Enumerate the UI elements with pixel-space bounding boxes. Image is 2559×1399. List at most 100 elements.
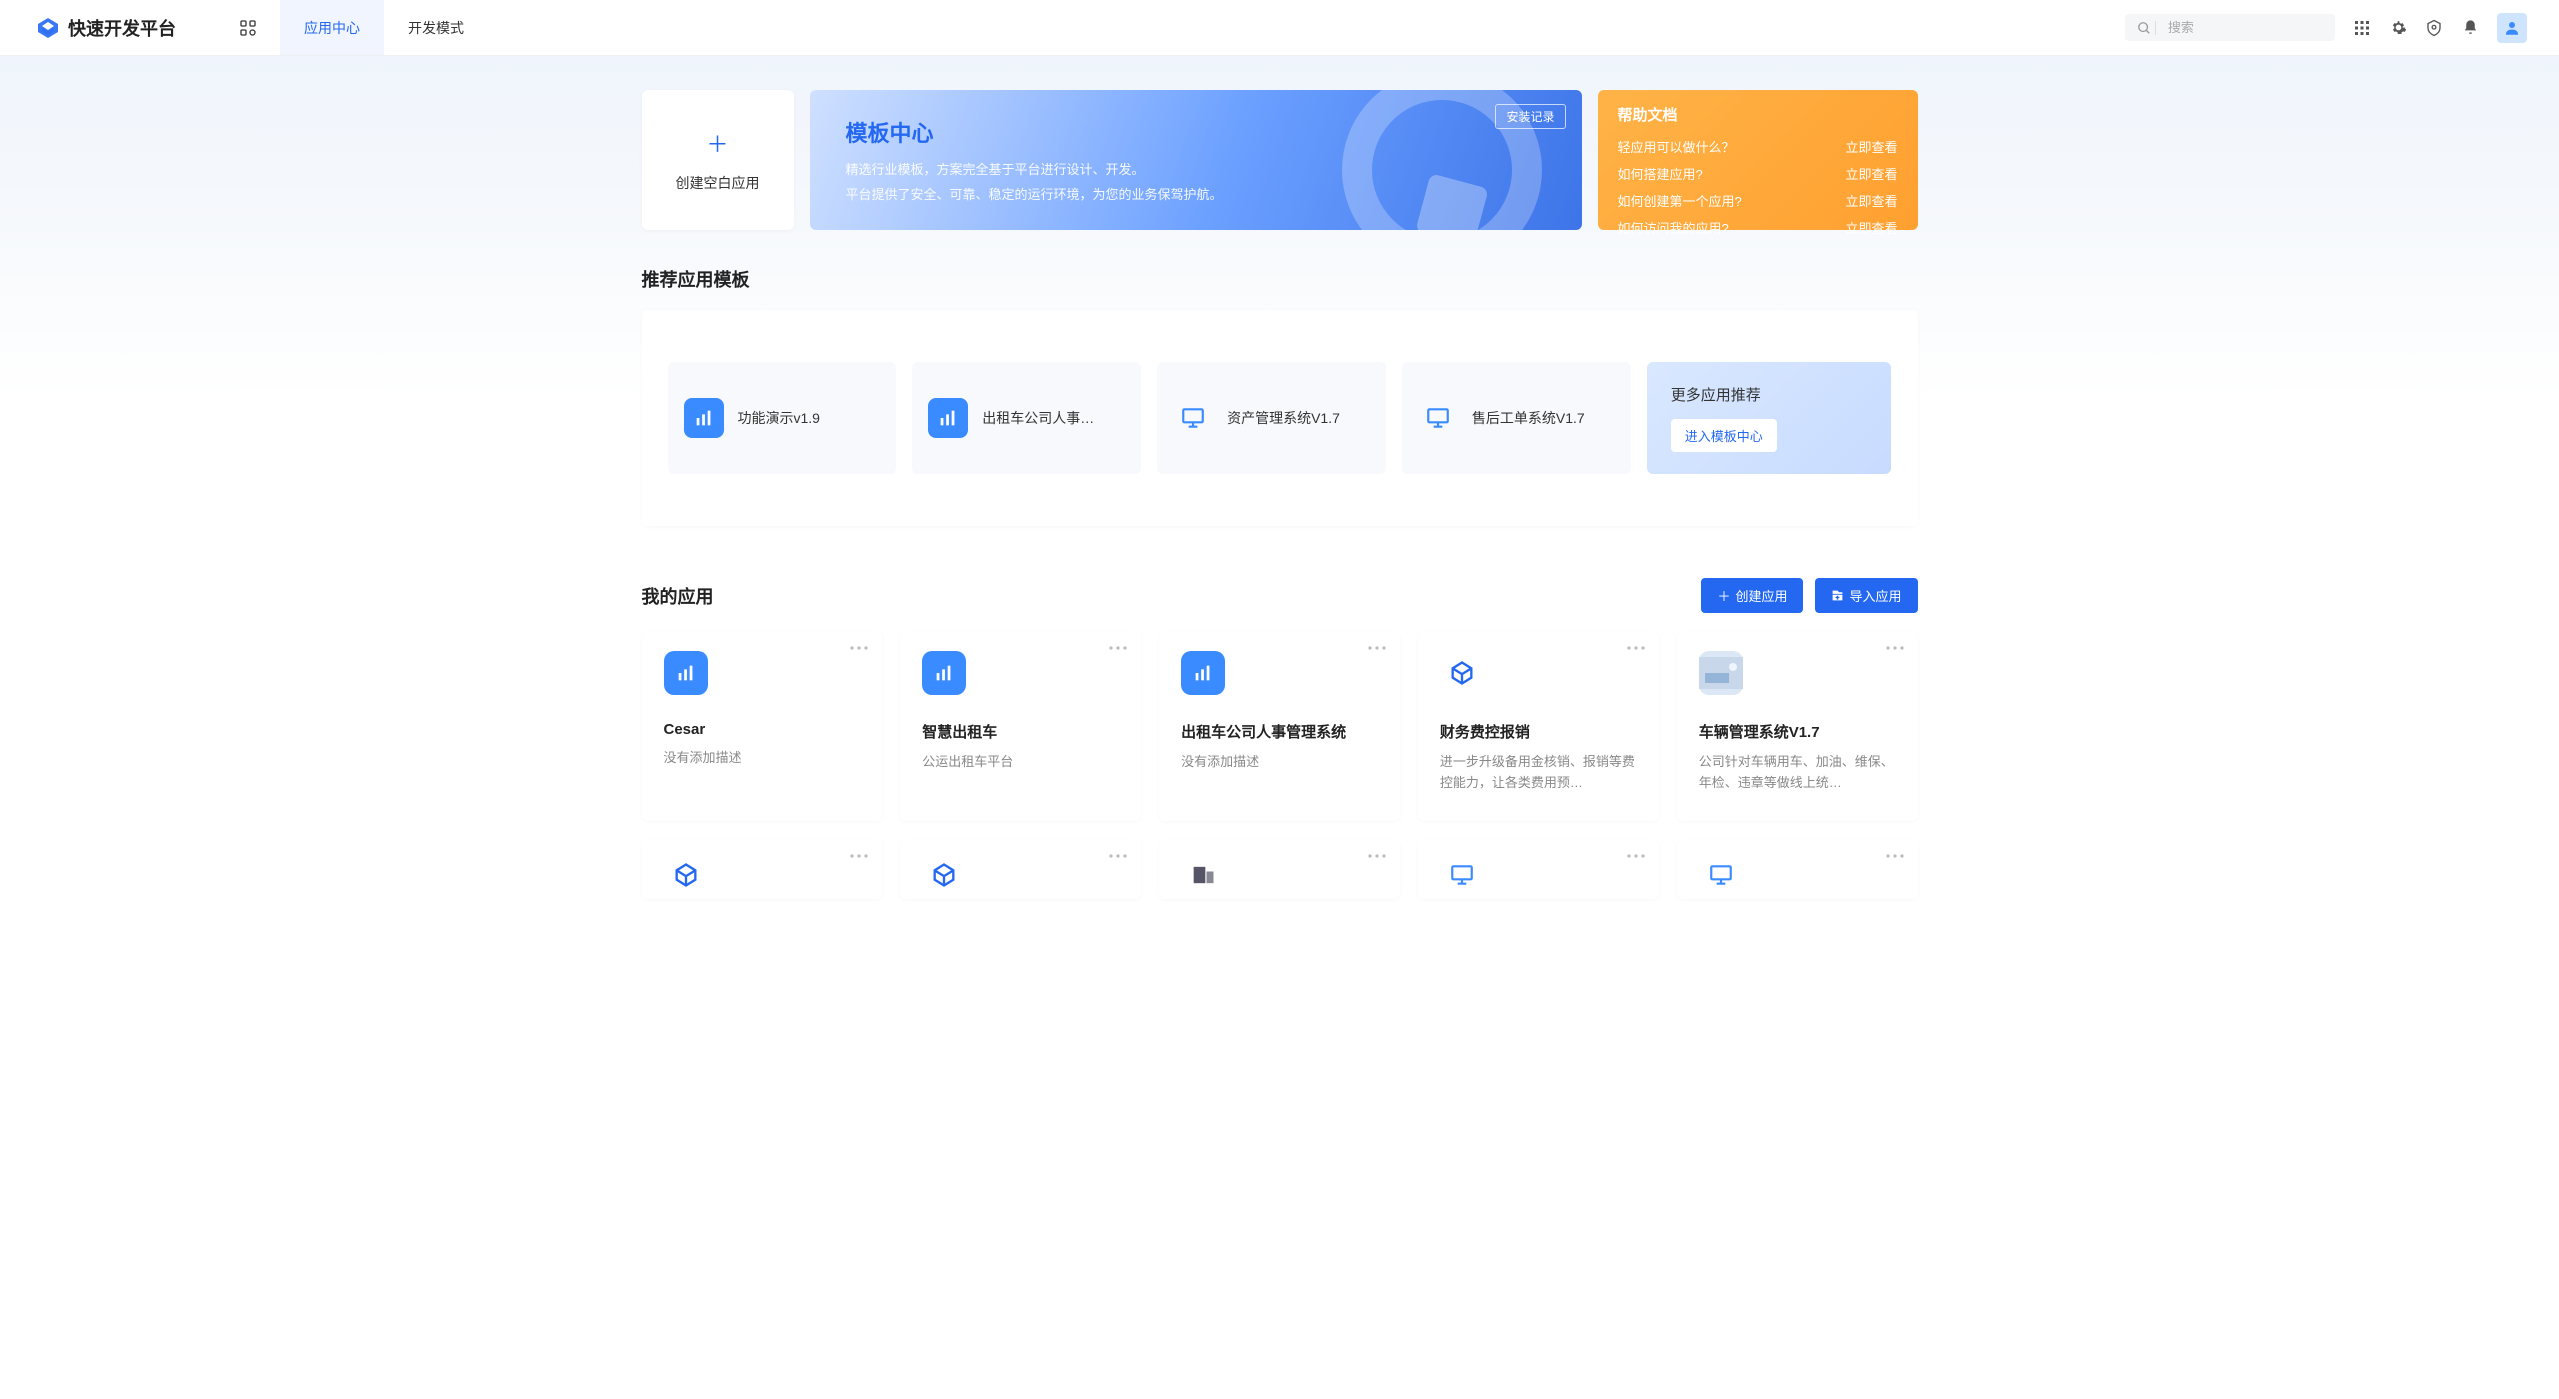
- app-more-menu[interactable]: [1368, 645, 1386, 651]
- app-more-menu[interactable]: [1627, 853, 1645, 859]
- app-more-menu[interactable]: [1109, 645, 1127, 651]
- app-more-menu[interactable]: [1368, 853, 1386, 859]
- help-view-link[interactable]: 立即查看: [1845, 191, 1897, 210]
- app-card[interactable]: 智慧出租车 公运出租车平台: [900, 631, 1141, 821]
- more-recommendations-card: 更多应用推荐 进入模板中心: [1647, 362, 1892, 474]
- avatar[interactable]: [2497, 13, 2527, 43]
- recommended-template-card[interactable]: 售后工单系统V1.7: [1402, 362, 1631, 474]
- app-icon: [664, 853, 708, 897]
- app-name: Cesar: [664, 721, 861, 738]
- app-card[interactable]: [1159, 839, 1400, 899]
- my-apps-grid-partial: [642, 839, 1918, 899]
- app-card[interactable]: [900, 839, 1141, 899]
- logo[interactable]: 快速开发平台: [36, 15, 176, 41]
- create-app-button[interactable]: ＋ 创建应用: [1701, 578, 1803, 613]
- gear-icon[interactable]: [2389, 19, 2407, 37]
- plus-icon: ＋: [706, 127, 728, 159]
- header: 快速开发平台 应用中心 开发模式: [0, 0, 2559, 56]
- template-icon: [684, 398, 724, 438]
- search-icon: [2137, 21, 2151, 35]
- my-apps-header: 我的应用 ＋ 创建应用 导入应用: [642, 578, 1918, 613]
- app-more-menu[interactable]: [1886, 645, 1904, 651]
- more-title: 更多应用推荐: [1671, 384, 1868, 405]
- template-name: 售后工单系统V1.7: [1472, 408, 1585, 428]
- help-view-link[interactable]: 立即查看: [1845, 218, 1897, 237]
- help-view-link[interactable]: 立即查看: [1845, 137, 1897, 156]
- app-icon: [664, 651, 708, 695]
- template-name: 出租车公司人事…: [982, 408, 1094, 428]
- app-desc: 没有添加描述: [664, 748, 861, 769]
- app-more-menu[interactable]: [1109, 853, 1127, 859]
- app-icon: [1699, 651, 1743, 695]
- apps-icon[interactable]: [2353, 19, 2371, 37]
- help-question: 轻应用可以做什么？: [1618, 137, 1735, 156]
- my-apps-title: 我的应用: [642, 583, 714, 609]
- search-box[interactable]: [2125, 14, 2335, 41]
- tab-appcenter[interactable]: 应用中心: [280, 0, 384, 55]
- app-icon: [1181, 651, 1225, 695]
- app-more-menu[interactable]: [850, 645, 868, 651]
- app-name: 财务费控报销: [1440, 721, 1637, 742]
- app-icon: [1440, 853, 1484, 897]
- app-card[interactable]: Cesar 没有添加描述: [642, 631, 883, 821]
- app-card[interactable]: 财务费控报销 进一步升级备用金核销、报销等费控能力，让各类费用预…: [1418, 631, 1659, 821]
- app-card[interactable]: 出租车公司人事管理系统 没有添加描述: [1159, 631, 1400, 821]
- template-center-banner[interactable]: 模板中心 精选行业模板，方案完全基于平台进行设计、开发。 平台提供了安全、可靠、…: [810, 90, 1582, 230]
- app-card[interactable]: [642, 839, 883, 899]
- template-name: 资产管理系统V1.7: [1227, 408, 1340, 428]
- help-item: 如何搭建应用? 立即查看: [1618, 160, 1898, 187]
- app-icon: [1440, 651, 1484, 695]
- app-card[interactable]: [1677, 839, 1918, 899]
- nav-tabs: 应用中心 开发模式: [216, 0, 488, 55]
- import-app-button[interactable]: 导入应用: [1815, 578, 1917, 613]
- logo-text: 快速开发平台: [68, 15, 176, 41]
- logo-icon: [36, 16, 60, 40]
- template-icon: [1173, 398, 1213, 438]
- app-name: 出租车公司人事管理系统: [1181, 721, 1378, 742]
- template-icon: [1418, 398, 1458, 438]
- grid-icon: [240, 20, 256, 36]
- app-card[interactable]: [1418, 839, 1659, 899]
- app-icon: [1181, 853, 1225, 897]
- app-more-menu[interactable]: [1627, 645, 1645, 651]
- app-icon: [922, 853, 966, 897]
- import-icon: [1831, 589, 1844, 602]
- app-more-menu[interactable]: [1886, 853, 1904, 859]
- create-blank-app[interactable]: ＋ 创建空白应用: [642, 90, 794, 230]
- header-right: [2125, 13, 2527, 43]
- help-title: 帮助文档: [1618, 104, 1898, 125]
- app-desc: 公运出租车平台: [922, 752, 1119, 773]
- help-docs-panel: 帮助文档 轻应用可以做什么？ 立即查看 如何搭建应用? 立即查看 如何创建第一个…: [1598, 90, 1918, 230]
- template-icon: [928, 398, 968, 438]
- my-apps-actions: ＋ 创建应用 导入应用: [1701, 578, 1917, 613]
- template-name: 功能演示v1.9: [738, 408, 820, 428]
- help-item: 如何创建第一个应用? 立即查看: [1618, 187, 1898, 214]
- help-item: 如何访问我的应用? 立即查看: [1618, 214, 1898, 241]
- app-desc: 没有添加描述: [1181, 752, 1378, 773]
- help-question: 如何搭建应用?: [1618, 164, 1703, 183]
- bell-icon[interactable]: [2461, 19, 2479, 37]
- help-view-link[interactable]: 立即查看: [1845, 164, 1897, 183]
- tab-home[interactable]: [216, 0, 280, 55]
- help-question: 如何创建第一个应用?: [1618, 191, 1742, 210]
- search-input[interactable]: [2168, 20, 2323, 35]
- enter-template-center-button[interactable]: 进入模板中心: [1671, 419, 1777, 452]
- app-desc: 公司针对车辆用车、加油、维保、年检、违章等做线上统…: [1699, 752, 1896, 794]
- tab-devmode[interactable]: 开发模式: [384, 0, 488, 55]
- divider: [2155, 21, 2156, 35]
- recommended-template-card[interactable]: 功能演示v1.9: [668, 362, 897, 474]
- recommended-template-card[interactable]: 出租车公司人事…: [912, 362, 1141, 474]
- top-row: ＋ 创建空白应用 模板中心 精选行业模板，方案完全基于平台进行设计、开发。 平台…: [642, 90, 1918, 230]
- help-item: 轻应用可以做什么？ 立即查看: [1618, 133, 1898, 160]
- recommended-section-title: 推荐应用模板: [642, 266, 1918, 292]
- main-container: ＋ 创建空白应用 模板中心 精选行业模板，方案完全基于平台进行设计、开发。 平台…: [642, 56, 1918, 959]
- install-log-badge[interactable]: 安装记录: [1495, 104, 1565, 129]
- app-card[interactable]: 车辆管理系统V1.7 公司针对车辆用车、加油、维保、年检、违章等做线上统…: [1677, 631, 1918, 821]
- app-icon: [922, 651, 966, 695]
- app-name: 智慧出租车: [922, 721, 1119, 742]
- settings-icon[interactable]: [2425, 19, 2443, 37]
- app-more-menu[interactable]: [850, 853, 868, 859]
- app-icon: [1699, 853, 1743, 897]
- recommended-template-card[interactable]: 资产管理系统V1.7: [1157, 362, 1386, 474]
- my-apps-grid: Cesar 没有添加描述 智慧出租车 公运出租车平台 出租车公司人事管理系统 没…: [642, 631, 1918, 821]
